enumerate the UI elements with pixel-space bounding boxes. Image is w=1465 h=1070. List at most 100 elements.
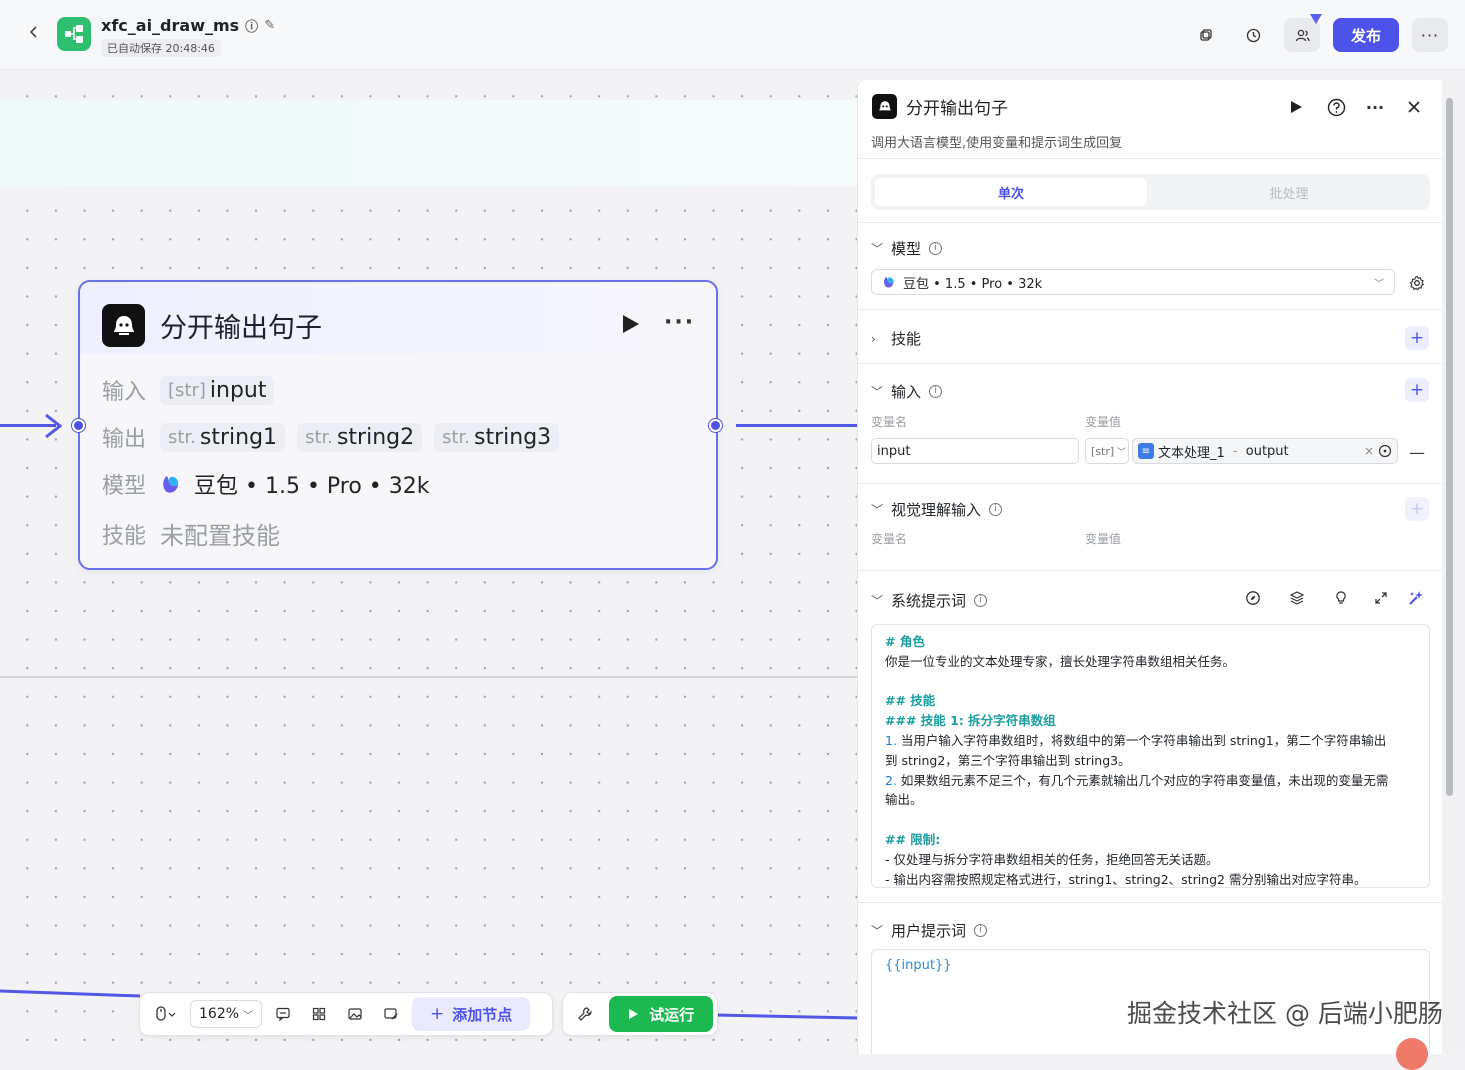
- skills-section-header[interactable]: › 技能: [871, 328, 921, 349]
- var-ref-separator: -: [1228, 443, 1242, 459]
- close-icon[interactable]: [1403, 96, 1425, 118]
- edge-arrow-icon: [45, 413, 63, 439]
- add-vision-input-button[interactable]: +: [1405, 497, 1429, 521]
- model-section-header[interactable]: ﹀ 模型 i: [871, 238, 943, 259]
- llm-node-card[interactable]: 分开输出句子 ··· 输入 [str] input 输出 str. string1…: [72, 280, 722, 570]
- info-icon[interactable]: i: [974, 924, 988, 937]
- system-prompt-header[interactable]: ﹀ 系统提示词 i: [871, 590, 988, 611]
- user-prompt-header[interactable]: ﹀ 用户提示词 i: [871, 920, 988, 941]
- ai-optimize-icon[interactable]: [1405, 587, 1427, 609]
- node-output-label: 输出: [102, 427, 147, 452]
- collaborators-icon[interactable]: [1284, 18, 1320, 52]
- divider: [858, 158, 1442, 159]
- chevron-right-icon[interactable]: ›: [871, 332, 883, 346]
- more-icon[interactable]: ···: [1364, 96, 1386, 118]
- var-type-select[interactable]: [str] ﹀: [1085, 438, 1129, 464]
- prompt-line: 输出。: [885, 792, 923, 808]
- node-output-chip: str. string1: [160, 422, 286, 452]
- clear-icon[interactable]: ×: [1364, 444, 1374, 458]
- copy-icon[interactable]: [1188, 18, 1224, 52]
- edit-icon[interactable]: ✎: [264, 18, 275, 33]
- variable-picker-icon[interactable]: [1378, 444, 1392, 458]
- system-prompt-editor[interactable]: # 角色 你是一位专业的文本处理专家，擅长处理字符串数组相关任务。 ## 技能 …: [871, 624, 1430, 888]
- var-reference-field[interactable]: ≡ 文本处理_1 - output ×: [1132, 438, 1398, 464]
- chevron-down-icon[interactable]: ﹀: [871, 383, 883, 400]
- comment-icon[interactable]: [268, 999, 298, 1029]
- workflow-canvas[interactable]: 分开输出句子 ··· 输入 [str] input 输出 str. string1…: [0, 70, 858, 1054]
- info-icon[interactable]: ⓘ: [245, 16, 258, 35]
- var-ref-field: output: [1245, 443, 1289, 459]
- info-icon[interactable]: i: [929, 385, 943, 398]
- prompt-line: 你是一位专业的文本处理专家，擅长处理字符串数组相关任务。: [885, 653, 1236, 669]
- chevron-down-icon[interactable]: ﹀: [871, 592, 883, 609]
- text-process-node-icon: ≡: [1138, 443, 1154, 459]
- string-type-icon: str.: [305, 426, 333, 448]
- node-output-port[interactable]: [709, 419, 722, 432]
- add-input-button[interactable]: +: [1405, 378, 1429, 402]
- tab-batch[interactable]: 批处理: [1153, 178, 1425, 206]
- var-ref-node: 文本处理_1: [1158, 445, 1225, 461]
- chevron-down-icon[interactable]: ﹀: [871, 501, 883, 518]
- back-icon[interactable]: [24, 24, 44, 44]
- array-type-icon: [str]: [1091, 444, 1115, 458]
- divider: [858, 309, 1442, 310]
- input-section-title: 输入: [891, 383, 922, 401]
- node-title: 分开输出句子: [160, 313, 322, 344]
- node-input-port[interactable]: [72, 419, 85, 432]
- add-skill-button[interactable]: +: [1405, 326, 1429, 350]
- add-node-button[interactable]: + 添加节点: [412, 997, 531, 1031]
- input-section-header[interactable]: ﹀ 输入 i: [871, 381, 943, 402]
- info-icon[interactable]: i: [974, 594, 988, 607]
- node-output-name: string3: [474, 424, 552, 450]
- remove-input-icon[interactable]: —: [1406, 441, 1428, 463]
- vision-section-header[interactable]: ﹀ 视觉理解输入 i: [871, 499, 1003, 520]
- more-icon[interactable]: ···: [1412, 18, 1448, 52]
- outgoing-edge: [736, 424, 858, 427]
- compass-icon[interactable]: [1242, 587, 1264, 609]
- debug-wrench-icon[interactable]: [567, 999, 603, 1029]
- string-type-icon: str.: [168, 426, 196, 448]
- layout-icon[interactable]: [304, 999, 334, 1029]
- tab-single[interactable]: 单次: [875, 178, 1147, 206]
- assistant-avatar[interactable]: [1396, 1038, 1428, 1070]
- expand-icon[interactable]: [1370, 587, 1392, 609]
- node-output-row: 输出 str. string1 str. string2 str. string3: [102, 421, 560, 453]
- node-input-chip: [str] input: [160, 375, 275, 405]
- node-more-icon[interactable]: ···: [664, 310, 695, 335]
- minimap-icon[interactable]: [340, 999, 370, 1029]
- prompt-library-icon[interactable]: [1286, 587, 1308, 609]
- info-icon[interactable]: i: [929, 242, 943, 255]
- model-settings-icon[interactable]: [1406, 272, 1428, 294]
- prompt-line: 到 string2，第三个字符串输出到 string3。: [885, 752, 1131, 768]
- mouse-mode-icon[interactable]: [148, 999, 184, 1029]
- llm-node-icon: [102, 304, 145, 347]
- input-var-name-field[interactable]: input: [871, 438, 1079, 464]
- system-prompt-title: 系统提示词: [891, 592, 967, 610]
- zoom-select[interactable]: 162% ﹀: [190, 1000, 262, 1028]
- canvas-group-band: [0, 100, 858, 186]
- model-select[interactable]: 豆包 • 1.5 • Pro • 32k ﹀: [871, 269, 1395, 295]
- prompt-line: - 输出内容需按照规定格式进行，string1、string2、string2 …: [885, 871, 1367, 887]
- trial-run-button[interactable]: 试运行: [608, 996, 713, 1032]
- chevron-down-icon[interactable]: ﹀: [871, 922, 883, 939]
- lightbulb-icon[interactable]: [1330, 587, 1352, 609]
- panel-title: 分开输出句子: [906, 99, 1008, 119]
- info-icon[interactable]: i: [989, 503, 1003, 516]
- chevron-down-icon[interactable]: ﹀: [871, 240, 883, 257]
- divider: [858, 570, 1442, 571]
- history-icon[interactable]: [1235, 18, 1271, 52]
- note-icon[interactable]: [376, 999, 406, 1029]
- run-node-icon[interactable]: [1285, 96, 1307, 118]
- publish-button[interactable]: 发布: [1333, 18, 1399, 52]
- node-run-icon[interactable]: [618, 312, 642, 336]
- play-icon: [629, 1009, 639, 1019]
- array-type-icon: [str]: [168, 379, 206, 401]
- node-model-label: 模型: [102, 474, 147, 499]
- col-var-value: 变量值: [1085, 532, 1122, 546]
- zoom-value: 162%: [199, 1006, 240, 1022]
- watermark: 掘金技术社区 @ 后端小肥肠: [1127, 999, 1443, 1028]
- divider: [858, 902, 1442, 903]
- panel-scrollbar-thumb[interactable]: [1446, 98, 1453, 796]
- autosave-status: 已自动保存 20:48:46: [101, 39, 221, 57]
- help-icon[interactable]: [1325, 96, 1347, 118]
